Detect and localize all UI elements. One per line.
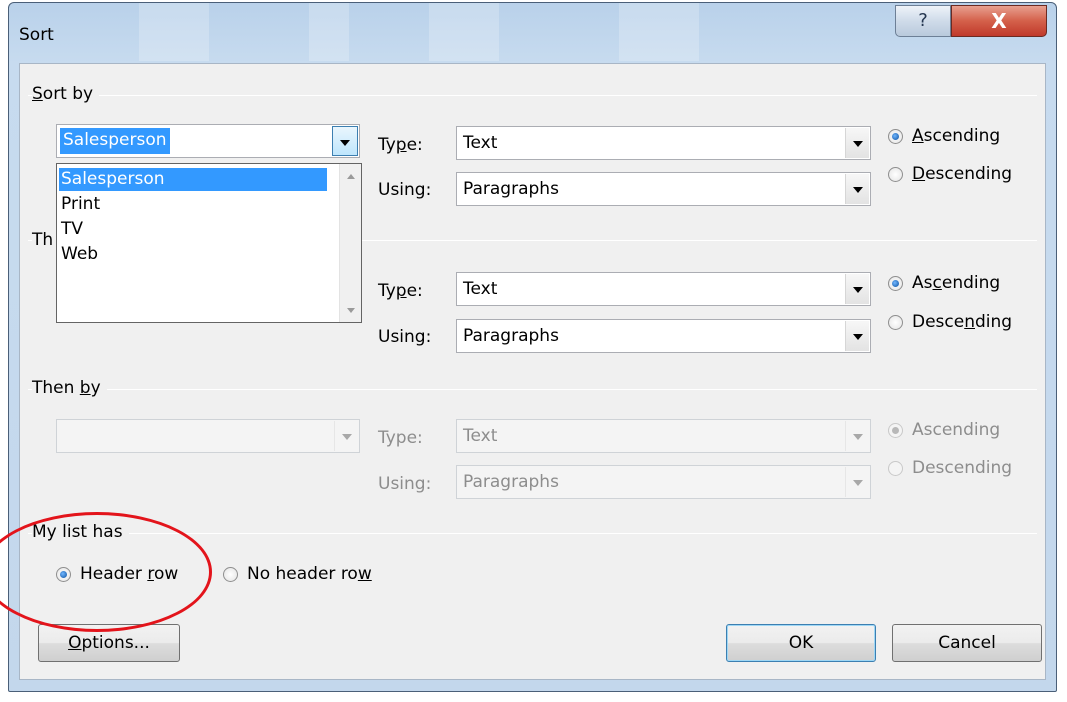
chevron-down-icon[interactable] bbox=[845, 467, 869, 497]
chevron-down-icon[interactable] bbox=[845, 421, 869, 451]
then-by-1-descending-radio[interactable]: Descending bbox=[888, 312, 1012, 332]
then-by-2-type-label: Type: bbox=[378, 428, 423, 448]
dropdown-option-print[interactable]: Print bbox=[59, 193, 327, 216]
then-by-2-using-select[interactable]: Paragraphs bbox=[456, 465, 871, 499]
sort-by-group-label: Sort by bbox=[32, 84, 100, 104]
no-header-row-radio[interactable]: No header row bbox=[223, 564, 372, 584]
radio-selected-icon bbox=[888, 422, 903, 438]
dropdown-option-web[interactable]: Web bbox=[59, 243, 327, 266]
chevron-down-icon[interactable] bbox=[334, 421, 358, 451]
help-button[interactable]: ? bbox=[895, 5, 951, 37]
then-by-2-type-select[interactable]: Text bbox=[456, 419, 871, 453]
cancel-button[interactable]: Cancel bbox=[892, 624, 1042, 662]
then-by-1-using-value: Paragraphs bbox=[463, 326, 559, 346]
title-bar-reflection bbox=[139, 3, 209, 61]
dialog-title: Sort bbox=[19, 25, 54, 45]
then-by-2-ascending-radio[interactable]: Ascending bbox=[888, 420, 1000, 440]
then-by-1-ascending-radio[interactable]: Ascending bbox=[888, 273, 1000, 293]
then-by-1-type-value: Text bbox=[463, 279, 498, 299]
chevron-down-icon[interactable] bbox=[845, 174, 869, 204]
then-by-1-type-label: Type: bbox=[378, 281, 423, 301]
then-by-1-using-select[interactable]: Paragraphs bbox=[456, 319, 871, 353]
chevron-down-icon[interactable] bbox=[845, 274, 869, 304]
sort-by-descending-radio[interactable]: Descending bbox=[888, 164, 1012, 184]
sort-by-ascending-radio[interactable]: Ascending bbox=[888, 126, 1000, 146]
dropdown-option-salesperson[interactable]: Salesperson bbox=[59, 168, 327, 191]
radio-empty-icon bbox=[888, 460, 903, 476]
radio-empty-icon bbox=[888, 314, 903, 330]
dropdown-option-tv[interactable]: TV bbox=[59, 218, 327, 241]
ok-button[interactable]: OK bbox=[726, 624, 876, 662]
then-by-2-group-label: Then by bbox=[32, 378, 107, 398]
then-by-1-using-label: Using: bbox=[378, 327, 432, 347]
then-by-2-using-label: Using: bbox=[378, 474, 432, 494]
sort-by-column-select[interactable]: Salesperson bbox=[56, 124, 360, 158]
sort-by-using-label: Using: bbox=[378, 180, 432, 200]
scroll-down-icon[interactable] bbox=[340, 164, 362, 322]
column-dropdown-list[interactable]: Salesperson Print TV Web bbox=[56, 163, 362, 323]
sort-by-type-value: Text bbox=[463, 133, 498, 153]
close-button[interactable]: X bbox=[951, 5, 1047, 37]
group-divider bbox=[28, 95, 1037, 96]
sort-by-type-label: Type: bbox=[378, 135, 423, 155]
then-by-2-descending-radio[interactable]: Descending bbox=[888, 458, 1012, 478]
then-by-2-using-value: Paragraphs bbox=[463, 472, 559, 492]
title-bar-reflection bbox=[429, 3, 499, 61]
sort-by-using-select[interactable]: Paragraphs bbox=[456, 172, 871, 206]
title-bar-reflection bbox=[619, 3, 699, 61]
chevron-down-icon[interactable] bbox=[845, 321, 869, 351]
title-bar-reflection bbox=[309, 3, 349, 61]
dropdown-scrollbar[interactable] bbox=[339, 164, 361, 322]
sort-by-using-value: Paragraphs bbox=[463, 179, 559, 199]
sort-by-selected-value: Salesperson bbox=[60, 128, 170, 154]
radio-selected-icon bbox=[888, 128, 903, 144]
radio-empty-icon bbox=[223, 566, 238, 582]
then-by-2-type-value: Text bbox=[463, 426, 498, 446]
radio-empty-icon bbox=[888, 166, 903, 182]
chevron-down-icon[interactable] bbox=[332, 126, 358, 156]
close-icon: X bbox=[991, 9, 1007, 33]
then-by-2-column-select[interactable] bbox=[56, 419, 360, 453]
title-bar[interactable]: Sort ? X bbox=[9, 3, 1056, 63]
chevron-down-icon[interactable] bbox=[845, 128, 869, 158]
question-icon: ? bbox=[918, 10, 928, 31]
radio-selected-icon bbox=[888, 275, 903, 291]
sort-by-type-select[interactable]: Text bbox=[456, 126, 871, 160]
group-divider bbox=[28, 389, 1037, 390]
then-by-1-type-select[interactable]: Text bbox=[456, 272, 871, 306]
